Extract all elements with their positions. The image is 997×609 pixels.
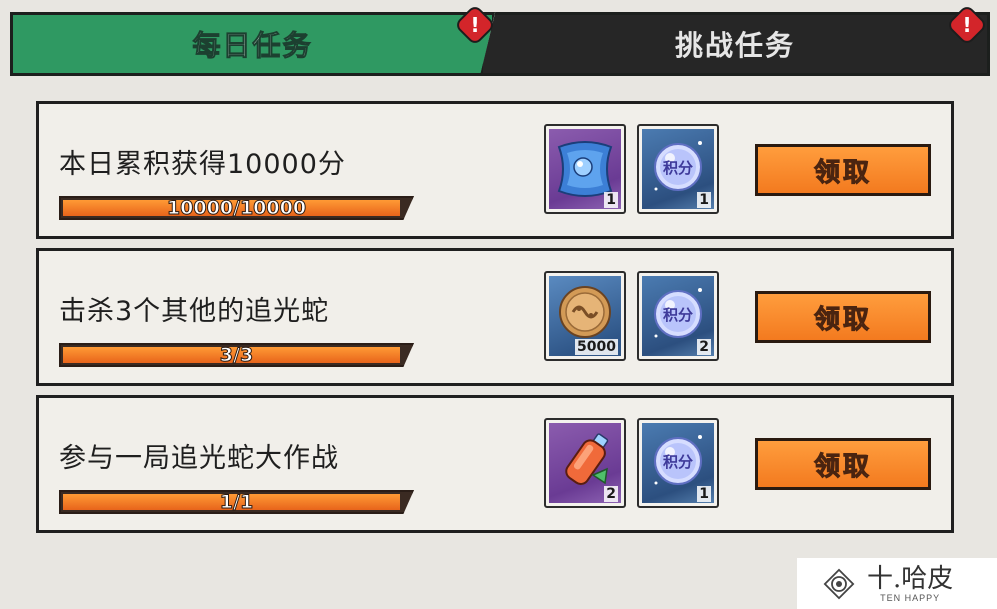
watermark-title: 十.哈皮	[867, 563, 954, 594]
alert-mark: !	[470, 13, 480, 37]
task-card: 本日累积获得10000分 10000/10000 1 积分 1 领取	[36, 101, 954, 239]
reward-slot[interactable]: 积分 2	[637, 271, 719, 361]
task-card: 击杀3个其他的追光蛇 3/3 5000 积分 2 领取	[36, 248, 954, 386]
tab-daily-tasks-label: 每日任务	[192, 29, 313, 63]
tab-challenge-tasks-label: 挑战任务	[674, 29, 795, 62]
task-card: 参与一局追光蛇大作战 1/1 2 积分 1 领取	[36, 395, 954, 533]
reward-slot[interactable]: 积分 1	[637, 418, 719, 508]
task-tabs: 每日任务 挑战任务	[10, 12, 990, 76]
task-progress-bar: 3/3	[59, 343, 414, 367]
task-progress-bar: 1/1	[59, 490, 414, 514]
reward-slot[interactable]: 5000	[544, 271, 626, 361]
progress-text: 10000/10000	[166, 197, 307, 220]
alert-mark: !	[962, 13, 972, 37]
points-orb-label: 积分	[662, 159, 693, 177]
task-title: 本日累积获得10000分	[59, 149, 346, 180]
claim-button[interactable]: 领取	[755, 291, 931, 343]
progress-text: 3/3	[219, 344, 254, 367]
points-orb-label: 积分	[662, 453, 693, 471]
reward-slot[interactable]: 2	[544, 418, 626, 508]
reward-count: 2	[604, 486, 618, 502]
task-title: 参与一局追光蛇大作战	[59, 443, 339, 474]
claim-button[interactable]: 领取	[755, 144, 931, 196]
ten-happy-logo-icon	[821, 566, 857, 602]
progress-text: 1/1	[219, 491, 254, 514]
reward-count: 1	[697, 486, 711, 502]
tab-daily-tasks[interactable]: 每日任务	[10, 12, 495, 76]
reward-slot[interactable]: 积分 1	[637, 124, 719, 214]
watermark-subtitle: TEN HAPPY	[880, 592, 941, 603]
task-title: 击杀3个其他的追光蛇	[59, 296, 330, 327]
watermark: 十.哈皮 TEN HAPPY	[797, 558, 997, 609]
tab-challenge-tasks[interactable]: 挑战任务	[480, 12, 990, 76]
claim-button[interactable]: 领取	[755, 438, 931, 490]
reward-count: 5000	[575, 339, 618, 355]
reward-count: 1	[604, 192, 618, 208]
points-orb-label: 积分	[662, 306, 693, 324]
reward-count: 1	[697, 192, 711, 208]
task-progress-bar: 10000/10000	[59, 196, 414, 220]
reward-count: 2	[697, 339, 711, 355]
reward-slot[interactable]: 1	[544, 124, 626, 214]
